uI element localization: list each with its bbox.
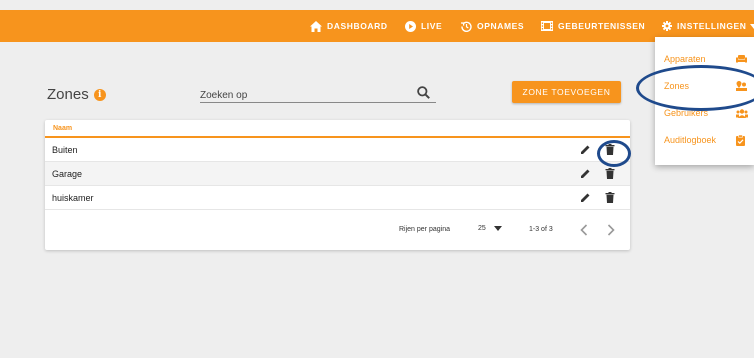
nav-settings-label: INSTELLINGEN [677, 21, 747, 31]
chevron-left-icon[interactable] [580, 224, 588, 236]
nav-dashboard[interactable]: DASHBOARD [310, 10, 388, 42]
column-header-name[interactable]: Naam [53, 125, 72, 132]
nav-recordings[interactable]: OPNAMES [461, 10, 524, 42]
page-title: Zones i [47, 86, 106, 103]
zones-table: Naam Buiten Garage huiskamer Rijen per p… [45, 120, 630, 250]
table-pagination: Rijen per pagina 25 1-3 of 3 [45, 212, 630, 250]
zone-name: Garage [52, 168, 83, 179]
trash-icon[interactable] [605, 168, 615, 179]
table-row[interactable]: huiskamer [45, 186, 630, 210]
pencil-icon[interactable] [580, 168, 591, 179]
table-header: Naam [45, 120, 630, 138]
nav-live-label: LIVE [421, 21, 443, 31]
zone-name: huiskamer [52, 192, 94, 203]
home-icon [310, 20, 322, 32]
pagination-range: 1-3 of 3 [529, 226, 553, 233]
chevron-right-icon[interactable] [607, 224, 615, 236]
trash-icon[interactable] [605, 192, 615, 203]
table-row[interactable]: Garage [45, 162, 630, 186]
chevron-down-icon [749, 23, 754, 29]
top-navigation-bar: DASHBOARD LIVE OPNAMES GEBEURTENISSEN IN… [0, 10, 754, 42]
info-icon[interactable]: i [93, 88, 106, 101]
search-field [200, 85, 436, 104]
nav-live[interactable]: LIVE [405, 10, 442, 42]
rows-per-page-select[interactable]: 25 [478, 225, 502, 232]
page-title-text: Zones [47, 86, 89, 103]
highlight-ring-delete [597, 140, 631, 167]
pencil-icon[interactable] [580, 192, 591, 203]
menu-item-label: Auditlogboek [664, 135, 717, 145]
play-circle-icon [405, 20, 416, 32]
nav-events-label: GEBEURTENISSEN [558, 21, 646, 31]
gear-icon [662, 21, 672, 31]
table-row[interactable]: Buiten [45, 138, 630, 162]
menu-item-label: Apparaten [664, 54, 706, 64]
menu-item-audit-log[interactable]: Auditlogboek [655, 127, 754, 153]
couch-icon [736, 55, 747, 63]
nav-events[interactable]: GEBEURTENISSEN [541, 10, 645, 42]
add-zone-button[interactable]: ZONE TOEVOEGEN [512, 81, 621, 103]
rows-per-page-value: 25 [478, 225, 486, 232]
users-icon [736, 108, 748, 118]
zone-name: Buiten [52, 144, 78, 155]
clipboard-icon [736, 134, 745, 146]
film-icon [541, 21, 553, 31]
pencil-icon[interactable] [580, 144, 591, 155]
search-icon[interactable] [417, 86, 430, 99]
highlight-ring-zones [636, 65, 754, 111]
nav-dashboard-label: DASHBOARD [327, 21, 388, 31]
history-icon [461, 21, 472, 32]
caret-down-icon [493, 226, 502, 231]
rows-per-page-label: Rijen per pagina [399, 226, 450, 233]
nav-recordings-label: OPNAMES [477, 21, 525, 31]
search-input[interactable] [200, 87, 400, 104]
